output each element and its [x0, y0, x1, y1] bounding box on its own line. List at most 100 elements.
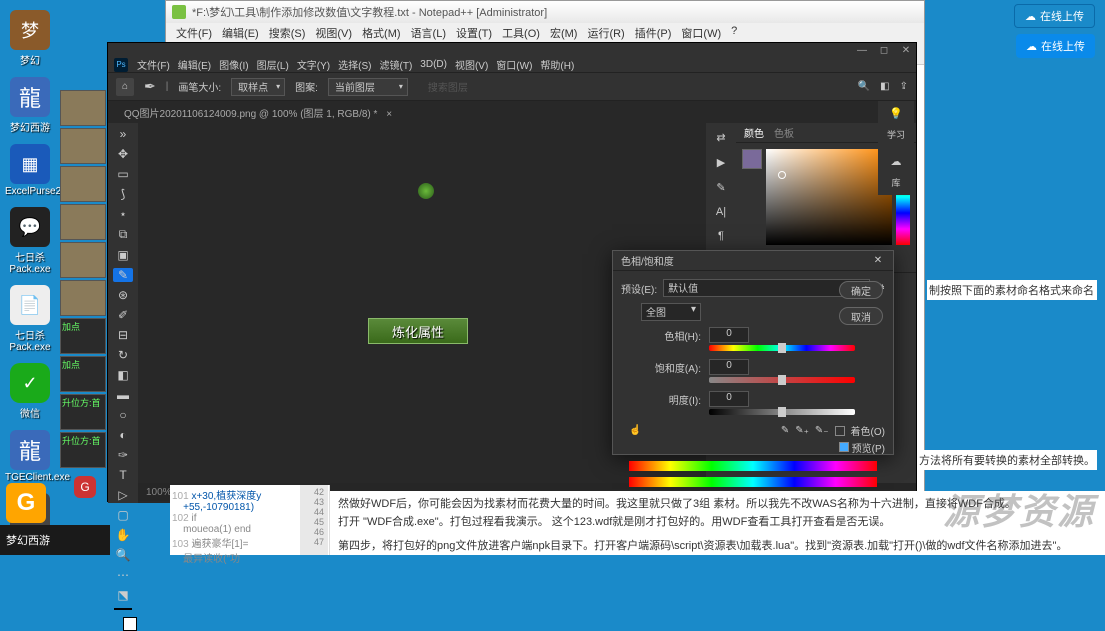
taskbar[interactable]: 梦幻西游 [0, 525, 110, 555]
desktop-icon[interactable]: G [74, 476, 96, 498]
hue-input[interactable]: 0 [709, 327, 749, 343]
taskbar-app-icon[interactable]: G [6, 483, 46, 523]
workspace-icon[interactable]: ◧ [880, 81, 889, 92]
fg-color-swatch[interactable] [114, 608, 132, 610]
expand-icon[interactable]: » [113, 127, 133, 141]
ps-menu-select[interactable]: 选择(S) [335, 57, 374, 72]
menu-format[interactable]: 格式(M) [358, 25, 405, 41]
move-tool-icon[interactable]: ✥ [113, 147, 133, 161]
ps-menu-view[interactable]: 视图(V) [452, 57, 491, 72]
ps-menu-filter[interactable]: 滤镜(T) [377, 57, 416, 72]
eyedropper-minus-icon[interactable]: ✎₋ [815, 425, 829, 436]
slider-thumb[interactable] [778, 343, 786, 353]
wand-tool-icon[interactable]: ⋆ [113, 207, 133, 221]
ps-menu-file[interactable]: 文件(F) [134, 57, 173, 72]
game-tile[interactable] [60, 166, 106, 202]
more-tools-icon[interactable]: ⋯ [113, 568, 133, 582]
sat-input[interactable]: 0 [709, 359, 749, 375]
slider-thumb[interactable] [778, 375, 786, 385]
notepad-titlebar[interactable]: *F:\梦幻\工具\制作添加修改数值\文字教程.txt - Notepad++ … [166, 1, 924, 23]
ps-menu-3d[interactable]: 3D(D) [417, 59, 450, 70]
menu-settings[interactable]: 设置(T) [452, 25, 496, 41]
desktop-icon[interactable]: 龍 [10, 430, 50, 470]
document-tab[interactable]: QQ图片20201106124009.png @ 100% (图层 1, RGB… [116, 102, 400, 123]
brush-tool-icon[interactable]: ✐ [113, 308, 133, 322]
panel-para-icon[interactable]: ¶ [718, 230, 724, 242]
pen-tool-icon[interactable]: ✑ [113, 448, 133, 462]
menu-search[interactable]: 搜索(S) [265, 25, 310, 41]
game-tile[interactable]: 升位方:首 [60, 394, 106, 430]
search-icon[interactable]: 🔍 [858, 81, 870, 92]
eyedropper-icon[interactable]: ✎ [781, 425, 789, 436]
ps-menu-window[interactable]: 窗口(W) [493, 57, 535, 72]
panel-brush-icon[interactable]: ✎ [716, 181, 725, 194]
menu-tools[interactable]: 工具(O) [498, 25, 544, 41]
lig-slider[interactable] [709, 409, 855, 415]
game-tile[interactable] [60, 242, 106, 278]
menu-macro[interactable]: 宏(M) [546, 25, 582, 41]
frame-tool-icon[interactable]: ▣ [113, 248, 133, 262]
ps-menu-edit[interactable]: 编辑(E) [175, 57, 214, 72]
menu-edit[interactable]: 编辑(E) [218, 25, 263, 41]
game-tile[interactable] [60, 128, 106, 164]
type-tool-icon[interactable]: T [113, 468, 133, 482]
cancel-button[interactable]: 取消 [839, 307, 883, 325]
hue-slider[interactable] [709, 345, 855, 351]
gradient-tool-icon[interactable]: ▬ [113, 388, 133, 402]
game-tile[interactable] [60, 90, 106, 126]
desktop-icon[interactable]: 💬 [10, 207, 50, 247]
ps-titlebar[interactable]: — ◻ ✕ [108, 43, 916, 57]
upload-button[interactable]: ☁ 在线上传 [1014, 4, 1095, 28]
zoom-tool-icon[interactable]: 🔍 [113, 548, 133, 562]
fg-swatch[interactable] [742, 149, 762, 169]
color-swap-icon[interactable]: ⬔ [113, 588, 133, 602]
eraser-tool-icon[interactable]: ◧ [113, 368, 133, 382]
desktop-icon[interactable]: ✓ [10, 363, 50, 403]
finger-icon[interactable]: ☝ [629, 425, 641, 436]
home-icon[interactable]: ⌂ [116, 78, 134, 96]
share-icon[interactable]: ⇪ [900, 81, 908, 92]
game-tile[interactable] [60, 204, 106, 240]
heal-tool-icon[interactable]: ⊛ [113, 288, 133, 302]
close-icon[interactable]: ✕ [871, 254, 885, 268]
game-tile[interactable] [60, 280, 106, 316]
game-tile[interactable]: 加点 [60, 356, 106, 392]
ok-button[interactable]: 确定 [839, 281, 883, 299]
close-icon[interactable]: ✕ [900, 45, 912, 55]
ps-menu-image[interactable]: 图像(I) [216, 57, 251, 72]
path-tool-icon[interactable]: ▷ [113, 488, 133, 502]
history-brush-icon[interactable]: ↻ [113, 348, 133, 362]
menu-view[interactable]: 视图(V) [311, 25, 356, 41]
range-dropdown[interactable]: 全图▾ [641, 303, 701, 321]
brush-size-dropdown[interactable]: 取样点 [231, 78, 285, 96]
menu-run[interactable]: 运行(R) [583, 25, 628, 41]
color-picker[interactable] [766, 149, 892, 245]
menu-help[interactable]: ? [727, 25, 741, 41]
upload-button-2[interactable]: ☁ 在线上传 [1016, 34, 1095, 58]
game-tile[interactable]: 加点 [60, 318, 106, 354]
panel-char-icon[interactable]: A| [716, 206, 726, 218]
blur-tool-icon[interactable]: ○ [113, 408, 133, 422]
stamp-tool-icon[interactable]: ⊟ [113, 328, 133, 342]
ps-menu-help[interactable]: 帮助(H) [537, 57, 577, 72]
ps-menu-type[interactable]: 文字(Y) [294, 57, 333, 72]
menu-window[interactable]: 窗口(W) [677, 25, 725, 41]
colorize-checkbox[interactable] [835, 426, 845, 436]
lig-input[interactable]: 0 [709, 391, 749, 407]
sat-slider[interactable] [709, 377, 855, 383]
dialog-titlebar[interactable]: 色相/饱和度 ✕ [613, 251, 893, 271]
hand-tool-icon[interactable]: ✋ [113, 528, 133, 542]
ps-menu-layer[interactable]: 图层(L) [254, 57, 292, 72]
slider-thumb[interactable] [778, 407, 786, 417]
desktop-icon[interactable]: ▦ [10, 144, 50, 184]
minimize-icon[interactable]: — [856, 45, 868, 55]
tab-swatch[interactable]: 色板 [774, 125, 794, 140]
game-tile[interactable]: 升位方:首 [60, 432, 106, 468]
desktop-icon[interactable]: 梦 [10, 10, 50, 50]
dodge-tool-icon[interactable]: ◐ [113, 428, 133, 442]
menu-file[interactable]: 文件(F) [172, 25, 216, 41]
mode-dropdown[interactable]: 当前图层 [328, 78, 408, 96]
lasso-tool-icon[interactable]: ⟆ [113, 187, 133, 201]
maximize-icon[interactable]: ◻ [878, 45, 890, 55]
desktop-icon[interactable]: 📄 [10, 285, 50, 325]
